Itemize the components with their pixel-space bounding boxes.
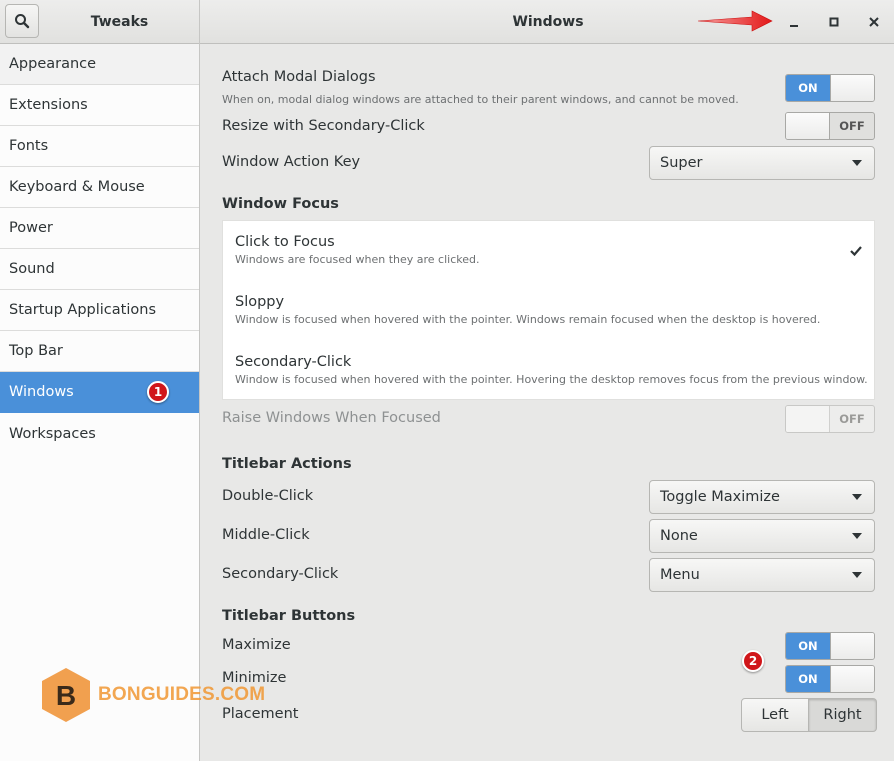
secondary-click-label: Secondary-Click xyxy=(222,566,339,582)
switch-state: OFF xyxy=(839,119,865,133)
header-bar: Tweaks Windows xyxy=(0,0,894,44)
sidebar-item-label: Power xyxy=(9,220,53,236)
search-button[interactable] xyxy=(5,4,39,38)
switch-state: ON xyxy=(786,633,830,659)
check-icon xyxy=(850,246,862,257)
switch-knob xyxy=(829,666,874,692)
sidebar-item-label: Fonts xyxy=(9,138,49,154)
dropdown-value: Menu xyxy=(660,567,700,583)
attach-modal-switch[interactable]: ON xyxy=(785,74,875,102)
sidebar-item-top-bar[interactable]: Top Bar xyxy=(0,331,199,372)
switch-knob xyxy=(829,633,874,659)
placement-left-button[interactable]: Left xyxy=(741,698,809,732)
placement-right-button[interactable]: Right xyxy=(809,698,877,732)
focus-option-description: Window is focused when hovered with the … xyxy=(235,373,868,386)
sidebar-header: Tweaks xyxy=(0,0,200,44)
focus-option-secondary-click[interactable]: Secondary-Click Window is focused when h… xyxy=(235,354,868,386)
attach-modal-label: Attach Modal Dialogs xyxy=(222,69,376,85)
window-action-key-label: Window Action Key xyxy=(222,154,361,170)
maximize-button[interactable] xyxy=(822,10,846,34)
sidebar-item-label: Workspaces xyxy=(9,425,96,442)
switch-state: ON xyxy=(786,75,830,101)
middle-click-dropdown[interactable]: None xyxy=(649,519,875,553)
maximize-label: Maximize xyxy=(222,637,291,653)
sidebar-item-sound[interactable]: Sound xyxy=(0,249,199,290)
sidebar-item-label: Keyboard & Mouse xyxy=(9,179,145,195)
minimize-switch[interactable]: ON xyxy=(785,665,875,693)
double-click-label: Double-Click xyxy=(222,488,314,504)
step-badge: 1 xyxy=(147,381,169,403)
switch-state: OFF xyxy=(839,412,865,426)
sidebar-item-extensions[interactable]: Extensions xyxy=(0,85,199,126)
sidebar-title: Tweaks xyxy=(90,14,149,30)
window-action-key-dropdown[interactable]: Super xyxy=(649,146,875,180)
minimize-icon xyxy=(790,25,798,27)
sidebar-item-windows[interactable]: Windows 1 xyxy=(0,372,199,413)
dropdown-value: Toggle Maximize xyxy=(660,489,780,505)
placement-toggle: Left Right xyxy=(741,698,877,732)
switch-state: ON xyxy=(786,666,830,692)
window-focus-heading: Window Focus xyxy=(222,196,339,212)
sidebar: Appearance Extensions Fonts Keyboard & M… xyxy=(0,44,200,761)
attach-modal-description: When on, modal dialog windows are attach… xyxy=(222,93,739,106)
sidebar-item-label: Top Bar xyxy=(9,343,63,359)
close-icon xyxy=(869,17,879,27)
switch-knob xyxy=(786,406,831,432)
titlebar-buttons-heading: Titlebar Buttons xyxy=(222,608,356,624)
maximize-switch[interactable]: ON xyxy=(785,632,875,660)
resize-secondary-label: Resize with Secondary-Click xyxy=(222,118,425,134)
raise-windows-label: Raise Windows When Focused xyxy=(222,410,441,426)
sidebar-item-label: Sound xyxy=(9,261,55,277)
sidebar-item-appearance[interactable]: Appearance xyxy=(0,44,199,85)
switch-knob xyxy=(786,113,831,139)
focus-option-title: Secondary-Click xyxy=(235,354,352,370)
sidebar-item-startup-applications[interactable]: Startup Applications xyxy=(0,290,199,331)
focus-option-title: Click to Focus xyxy=(235,234,335,250)
close-button[interactable] xyxy=(862,10,886,34)
maximize-icon xyxy=(829,17,839,27)
chevron-down-icon xyxy=(852,160,862,166)
main-panel: Attach Modal Dialogs When on, modal dial… xyxy=(201,44,894,761)
chevron-down-icon xyxy=(852,533,862,539)
sidebar-item-label: Startup Applications xyxy=(9,302,156,318)
sidebar-item-fonts[interactable]: Fonts xyxy=(0,126,199,167)
focus-option-title: Sloppy xyxy=(235,294,285,310)
dropdown-value: Super xyxy=(660,155,703,171)
window-focus-list: Click to Focus Windows are focused when … xyxy=(222,220,875,400)
raise-windows-switch[interactable]: OFF xyxy=(785,405,875,433)
focus-option-click-to-focus[interactable]: Click to Focus Windows are focused when … xyxy=(235,234,479,266)
minimize-button[interactable] xyxy=(782,10,806,34)
focus-option-description: Windows are focused when they are clicke… xyxy=(235,253,480,266)
logo-letter: B xyxy=(56,680,76,711)
resize-secondary-switch[interactable]: OFF xyxy=(785,112,875,140)
red-arrow-annotation xyxy=(697,10,773,32)
sidebar-item-power[interactable]: Power xyxy=(0,208,199,249)
watermark: B BONGUIDES.COM xyxy=(40,666,265,724)
sidebar-item-workspaces[interactable]: Workspaces xyxy=(0,413,199,454)
switch-knob xyxy=(829,75,874,101)
middle-click-label: Middle-Click xyxy=(222,527,310,543)
watermark-text: BONGUIDES.COM xyxy=(98,684,266,705)
sidebar-item-label: Windows xyxy=(9,384,74,400)
step-badge: 2 xyxy=(742,650,764,672)
dropdown-value: None xyxy=(660,528,698,544)
focus-option-sloppy[interactable]: Sloppy Window is focused when hovered wi… xyxy=(235,294,820,326)
chevron-down-icon xyxy=(852,494,862,500)
double-click-dropdown[interactable]: Toggle Maximize xyxy=(649,480,875,514)
bonguides-logo-icon: B xyxy=(42,668,90,722)
sidebar-item-label: Extensions xyxy=(9,97,88,113)
focus-option-description: Window is focused when hovered with the … xyxy=(235,313,821,326)
sidebar-item-label: Appearance xyxy=(9,56,97,72)
secondary-click-dropdown[interactable]: Menu xyxy=(649,558,875,592)
chevron-down-icon xyxy=(852,572,862,578)
search-icon xyxy=(15,14,30,29)
sidebar-item-keyboard-mouse[interactable]: Keyboard & Mouse xyxy=(0,167,199,208)
titlebar-actions-heading: Titlebar Actions xyxy=(222,456,352,472)
